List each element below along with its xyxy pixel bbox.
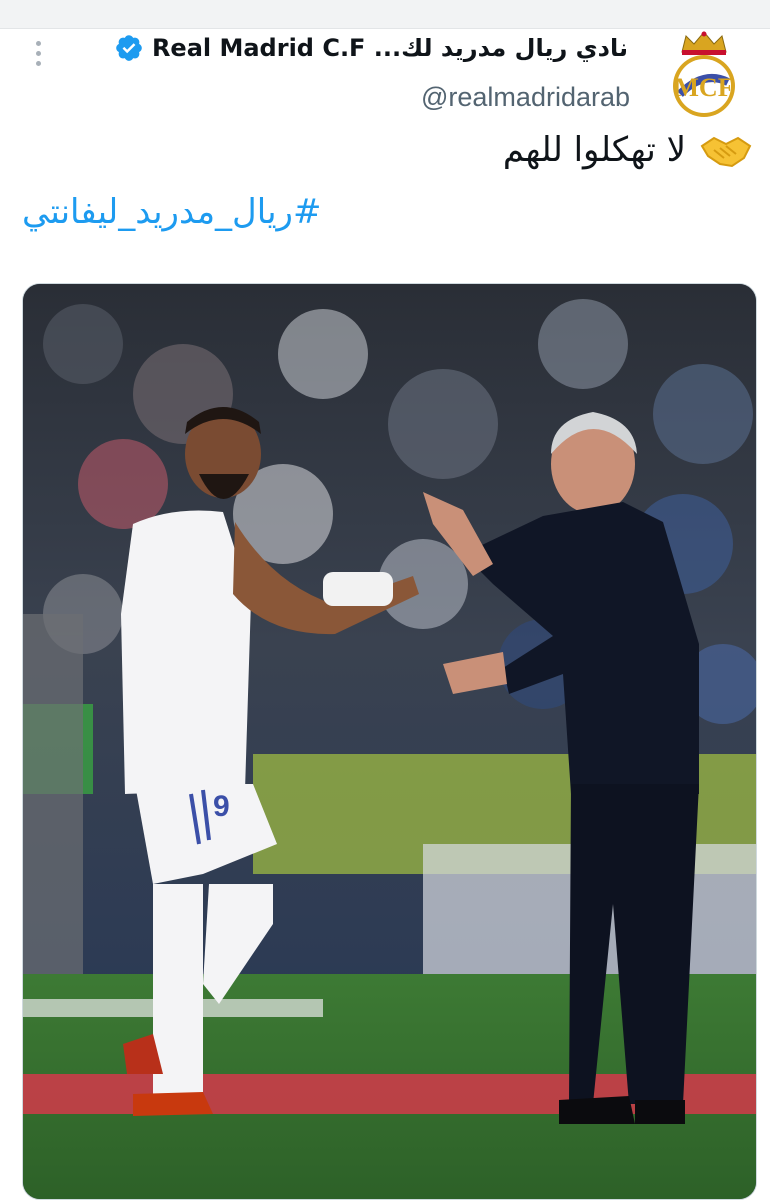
tweet-photo[interactable]: 9 <box>22 283 757 1200</box>
tweet-text-row: لا تهكلوا للهم <box>503 130 752 170</box>
tweet-page: نادي ريال مدريد لك... Real Madrid C.F @r… <box>0 0 770 1200</box>
jersey-number: 9 <box>213 790 230 823</box>
tweet-text: لا تهكلوا للهم <box>502 130 686 170</box>
svg-text:MCF: MCF <box>674 73 733 102</box>
more-options-icon[interactable] <box>26 38 50 68</box>
display-name[interactable]: نادي ريال مدريد لك... Real Madrid C.F <box>152 34 628 62</box>
verified-badge-icon <box>116 35 142 61</box>
photo-scene: 9 <box>23 284 756 1199</box>
user-handle[interactable]: @realmadridarab <box>421 82 630 113</box>
real-madrid-crest-icon[interactable]: MCF <box>668 30 740 118</box>
hashtag-link[interactable]: #ريال_مدريد_ليفانتي <box>22 192 321 232</box>
display-name-row[interactable]: نادي ريال مدريد لك... Real Madrid C.F <box>114 33 628 63</box>
handshake-emoji-icon <box>700 136 752 168</box>
top-strip <box>0 0 770 29</box>
